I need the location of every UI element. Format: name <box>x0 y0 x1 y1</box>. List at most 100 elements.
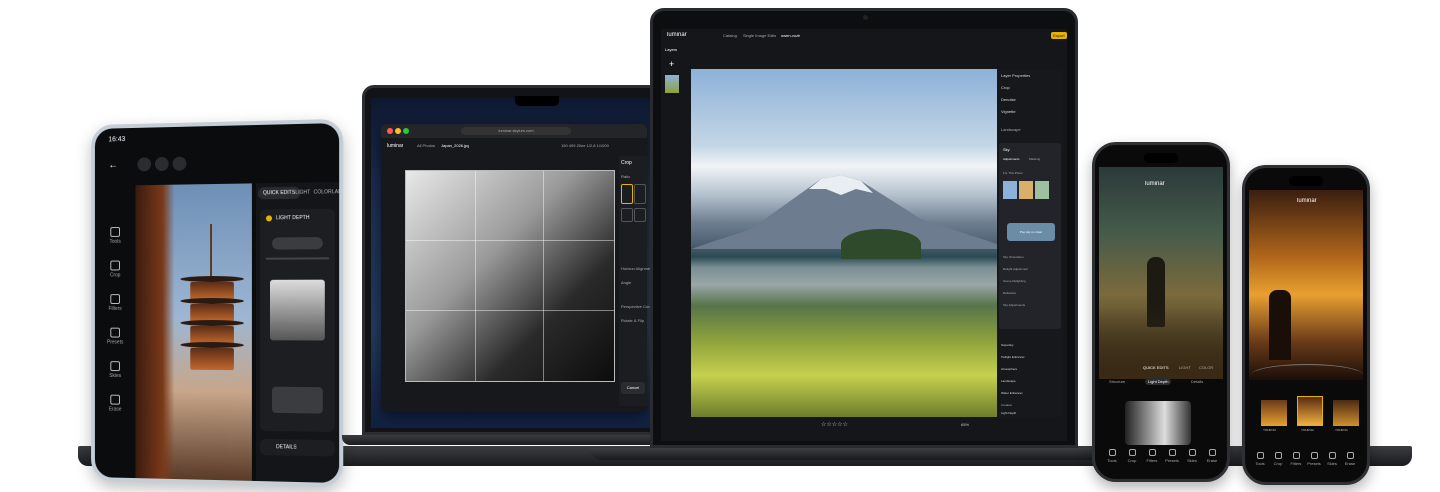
breadcrumb-file[interactable]: Japan_2026.jpg <box>441 143 469 148</box>
redo-icon[interactable] <box>173 157 187 171</box>
tab-landscape[interactable]: LAN <box>327 186 343 199</box>
tool-item[interactable]: Atmosphere <box>1001 367 1017 371</box>
details-card[interactable]: DETAILS <box>260 439 335 457</box>
compare-icon[interactable] <box>137 157 151 171</box>
back-icon[interactable]: ← <box>108 160 118 171</box>
sky-item[interactable]: Relight Adjustment <box>1003 267 1028 271</box>
rail-item-skies[interactable]: Skies <box>101 361 130 379</box>
tab-masking[interactable]: Masking <box>1029 157 1040 161</box>
sky-item[interactable]: Reflection <box>1003 291 1016 295</box>
pagoda-spire <box>210 224 212 276</box>
preset-thumb[interactable] <box>1261 400 1287 426</box>
tool-item[interactable]: Water Enhancer <box>1001 391 1023 395</box>
rail-item-filters[interactable]: Filters <box>101 294 130 312</box>
tab-crop[interactable]: Crop <box>1123 449 1141 463</box>
zoom-level[interactable]: 65% <box>961 422 969 427</box>
edit-panel: Layer Properties Crop Denoise Vignette L… <box>997 69 1063 417</box>
breadcrumb-catalog[interactable]: Catalog <box>723 33 737 38</box>
layer-thumbnail[interactable] <box>665 75 679 93</box>
sky-thumb[interactable] <box>1019 181 1033 199</box>
tab-label: Skies <box>1327 461 1337 466</box>
rail-item-presets[interactable]: Presets <box>101 328 130 346</box>
tab-filters[interactable]: Filters <box>1143 449 1161 463</box>
rail-label: Skies <box>109 373 121 379</box>
preset-thumb[interactable] <box>1333 400 1359 426</box>
undo-icon[interactable] <box>155 157 169 171</box>
fuji-photo <box>691 69 997 417</box>
tab-label: Filters <box>1291 461 1302 466</box>
rail-item-tools[interactable]: Tools <box>101 227 130 245</box>
ratio-3x2[interactable] <box>634 208 646 222</box>
tab-adjustments[interactable]: Adjustments <box>1003 157 1020 161</box>
preset-label: YOUR 01 <box>1335 428 1348 432</box>
filters-icon <box>1149 449 1156 456</box>
ratio-original[interactable] <box>621 184 633 204</box>
depth-preview <box>270 280 325 341</box>
vignette-label[interactable]: Vignette <box>1001 109 1016 114</box>
sky-thumb[interactable] <box>1035 181 1049 199</box>
breadcrumb-file[interactable]: owen-vozh <box>781 33 800 38</box>
rotate-label: Rotate & Flip <box>621 318 644 323</box>
sky-item[interactable]: Sky Adjustments <box>1003 303 1025 307</box>
app-logo: luminar <box>667 32 687 38</box>
cancel-button[interactable]: Cancel <box>621 382 645 394</box>
tab-light[interactable]: LIGHT <box>1179 365 1191 370</box>
depth-toggle[interactable] <box>272 237 323 250</box>
tab-strip: QUICK EDITS LIGHT COLOR <box>1099 363 1223 375</box>
ratio-free[interactable] <box>634 184 646 204</box>
tool-item[interactable]: Landscape <box>1001 379 1016 383</box>
depth-slider[interactable] <box>266 257 329 259</box>
tab-erase[interactable]: Erase <box>1203 449 1221 463</box>
tab-crop[interactable]: Crop <box>1269 452 1287 466</box>
rail-label: Tools <box>110 239 121 245</box>
light-depth-item[interactable]: Light Depth <box>1001 411 1016 415</box>
rail-label: Presets <box>107 339 123 345</box>
dial-control[interactable] <box>1251 364 1363 386</box>
tool-item[interactable]: Twilight Enhancer <box>1001 355 1025 359</box>
rail-item-erase[interactable]: Erase <box>101 395 130 413</box>
tab-tools[interactable]: Tools <box>1251 452 1269 466</box>
pagoda-tier <box>190 348 234 370</box>
breadcrumb-single[interactable]: Single Image Edits <box>743 33 776 38</box>
tab-erase[interactable]: Erase <box>1341 452 1359 466</box>
add-layer-icon[interactable]: + <box>669 59 674 69</box>
tab-skies[interactable]: Skies <box>1323 452 1341 466</box>
minimize-icon[interactable] <box>395 128 401 134</box>
crop-label[interactable]: Crop <box>1001 85 1010 90</box>
preset-thumb-selected[interactable] <box>1297 396 1323 426</box>
address-bar[interactable]: luminar.skylum.com <box>461 127 571 135</box>
depth-control[interactable] <box>272 387 323 414</box>
rail-item-crop[interactable]: Crop <box>101 261 130 279</box>
foldable-device: 16:43 ← Tools Crop Filters Presets Skies… <box>91 119 343 487</box>
tab-color[interactable]: COLOR <box>1199 365 1213 370</box>
denoise-label[interactable]: Denoise <box>1001 97 1016 102</box>
mode-light-depth[interactable]: Light Depth <box>1145 378 1171 385</box>
laptop-lid: luminar Catalog Single Image Edits owen-… <box>650 8 1078 448</box>
tab-skies[interactable]: Skies <box>1183 449 1201 463</box>
mode-details[interactable]: Details <box>1191 379 1203 384</box>
tab-tools[interactable]: Tools <box>1103 449 1121 463</box>
person-silhouette <box>1269 290 1291 360</box>
tool-item[interactable]: Supersky <box>1001 343 1014 347</box>
export-button[interactable]: Export <box>1051 32 1067 39</box>
presets-icon <box>1311 452 1318 459</box>
layer-properties-label[interactable]: Layer Properties <box>1001 73 1030 78</box>
sky-thumb[interactable] <box>1003 181 1017 199</box>
laptop-base <box>342 435 682 445</box>
mountain-shape <box>691 149 997 249</box>
close-icon[interactable] <box>387 128 393 134</box>
tab-presets[interactable]: Presets <box>1305 452 1323 466</box>
mode-structure[interactable]: Structure <box>1109 379 1125 384</box>
maximize-icon[interactable] <box>403 128 409 134</box>
breadcrumb-all-photos[interactable]: All Photos <box>417 143 435 148</box>
sky-item[interactable]: Sky Orientation <box>1003 255 1024 259</box>
sky-item[interactable]: Scene Relighting <box>1003 279 1026 283</box>
rating-stars[interactable]: ☆☆☆☆☆ <box>821 421 848 428</box>
tab-filters[interactable]: Filters <box>1287 452 1305 466</box>
sky-title[interactable]: Sky <box>1003 147 1010 152</box>
tab-presets[interactable]: Presets <box>1163 449 1181 463</box>
laptop-base <box>590 448 1138 460</box>
sky-preset-button[interactable]: Pop sky on clear <box>1007 223 1055 241</box>
tab-quick-edits[interactable]: QUICK EDITS <box>1143 365 1169 370</box>
ratio-2x3[interactable] <box>621 208 633 222</box>
